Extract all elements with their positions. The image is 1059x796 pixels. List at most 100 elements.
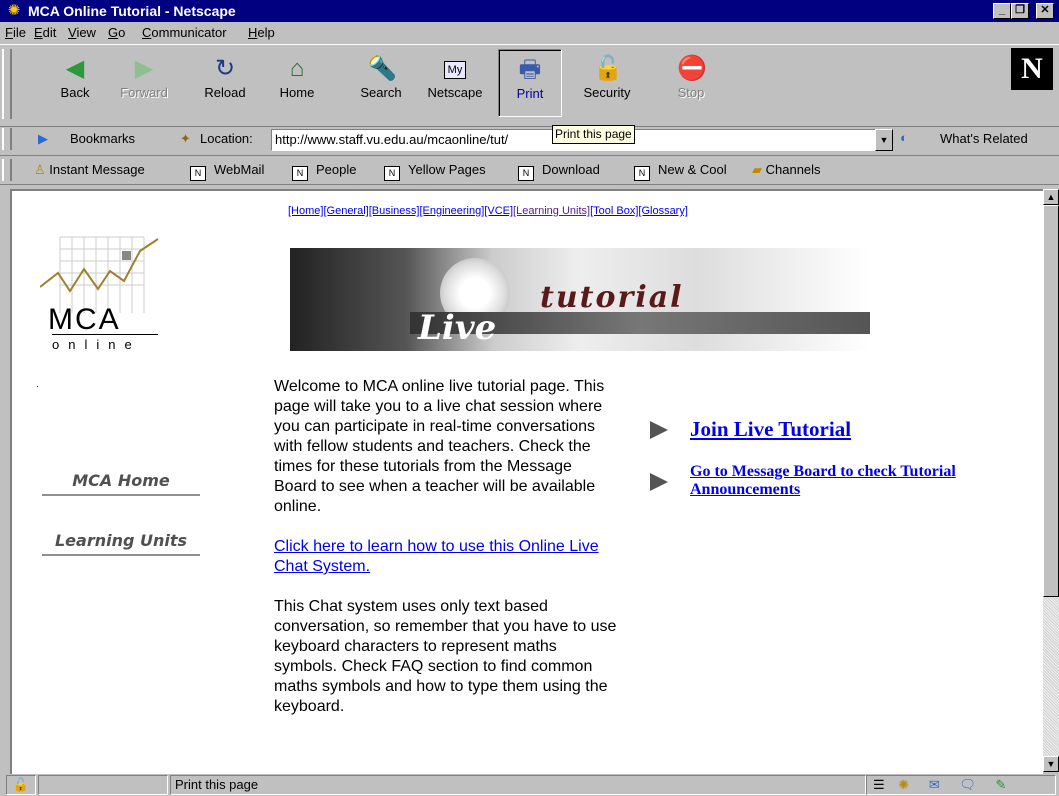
menu-file[interactable]: File xyxy=(5,25,26,40)
close-icon[interactable]: ✕ xyxy=(1036,3,1054,19)
personal-grip[interactable] xyxy=(2,159,12,181)
nav-glossary-link[interactable]: [Glossary] xyxy=(638,205,688,217)
toolbar-grip[interactable] xyxy=(2,49,12,119)
nav-learning-units-link[interactable]: [Learning Units] xyxy=(513,205,590,217)
location-label: Location: xyxy=(200,131,253,146)
whats-related-button[interactable]: What's Related xyxy=(940,131,1028,146)
channels-link[interactable]: ▰ Channels xyxy=(752,162,821,178)
nav-home-link[interactable]: [Home] xyxy=(288,205,323,217)
reload-icon: ↻ xyxy=(214,55,236,82)
new-cool-link[interactable]: N New & Cool xyxy=(634,162,727,181)
forward-arrow-icon: ▶ xyxy=(134,55,154,82)
channels-icon: ▰ xyxy=(752,162,762,177)
maximize-icon[interactable]: ❐ xyxy=(1011,3,1029,19)
whats-related-icon: ◐ xyxy=(900,130,908,145)
discussions-icon[interactable]: 🗨 xyxy=(959,777,976,792)
navigator-icon[interactable]: ✺ xyxy=(898,777,909,792)
home-button[interactable]: ⌂ Home xyxy=(266,49,328,115)
instant-message-link[interactable]: ♙ Instant Message xyxy=(34,162,145,178)
personal-toolbar: ♙ Instant Message N WebMail N People N Yell… xyxy=(0,156,1059,185)
live-tutorial-banner: tutorial Live xyxy=(290,248,870,351)
yellow-pages-link[interactable]: N Yellow Pages xyxy=(384,162,486,181)
bookmark-page-icon: N xyxy=(292,166,308,181)
banner-tutorial-text: tutorial xyxy=(540,280,684,315)
menu-bar: File Edit View Go Communicator Help xyxy=(0,22,1059,43)
menu-go[interactable]: Go xyxy=(108,25,125,40)
howto-link[interactable]: Click here to learn how to use this Onli… xyxy=(274,538,599,575)
bookmark-page-icon: N xyxy=(634,166,650,181)
stop-icon: ⛔ xyxy=(677,55,707,82)
chat-note-paragraph: This Chat system uses only text based co… xyxy=(274,598,617,715)
join-live-tutorial-link[interactable]: Join Live Tutorial xyxy=(690,417,851,442)
top-navigation: [Home][General][Business][Engineering][V… xyxy=(288,205,688,217)
bookmarks-icon: ▶ xyxy=(38,131,48,146)
scroll-down-icon[interactable]: ▼ xyxy=(1043,756,1059,772)
forward-button[interactable]: ▶ Forward xyxy=(113,49,175,115)
padlock-icon: 🔓 xyxy=(593,55,623,82)
reload-button[interactable]: ↻ Reload xyxy=(194,49,256,115)
navigation-toolbar: ◀ Back ▶ Forward ↻ Reload ⌂ Home 🔦 Searc… xyxy=(0,44,1059,127)
logo-divider xyxy=(52,334,158,335)
banner-live-text: Live xyxy=(418,308,497,348)
location-toolbar: ▶ Bookmarks ✦ Location: http://www.staff… xyxy=(0,125,1059,156)
learning-units-link[interactable]: Learning Units xyxy=(42,531,200,556)
scroll-thumb[interactable] xyxy=(1043,205,1059,597)
location-dropdown-button[interactable]: ▼ xyxy=(875,129,893,151)
location-grip[interactable] xyxy=(2,128,12,150)
print-tooltip: Print this page xyxy=(552,125,635,144)
scroll-up-icon[interactable]: ▲ xyxy=(1043,189,1059,205)
menu-communicator[interactable]: Communicator xyxy=(142,25,227,40)
printer-icon: 🖶 xyxy=(518,56,542,83)
nav-general-link[interactable]: [General] xyxy=(323,205,368,217)
component-bar: ☰ ✺ ✉ 🗨 ✎ xyxy=(866,775,1056,795)
back-arrow-icon: ◀ xyxy=(65,55,85,82)
mca-logo-subtext: online xyxy=(52,337,141,352)
print-button[interactable]: 🖶 Print xyxy=(498,49,562,117)
netscape-button[interactable]: My Netscape xyxy=(424,49,486,115)
stray-dot: . xyxy=(36,379,39,390)
menu-help[interactable]: Help xyxy=(248,25,275,40)
netscape-logo[interactable]: N xyxy=(1011,48,1053,90)
intro-paragraph: Welcome to MCA online live tutorial page… xyxy=(274,378,605,515)
page-content[interactable]: [Home][General][Business][Engineering][V… xyxy=(10,189,1043,774)
mca-home-link[interactable]: MCA Home xyxy=(42,471,200,496)
search-button[interactable]: 🔦 Search xyxy=(350,49,412,115)
security-button[interactable]: 🔓 Security xyxy=(576,49,638,115)
home-icon: ⌂ xyxy=(289,55,305,82)
status-text: Print this page xyxy=(170,775,866,795)
nav-engineering-link[interactable]: [Engineering] xyxy=(419,205,484,217)
download-link[interactable]: N Download xyxy=(518,162,600,181)
mca-logo-text: MCA xyxy=(48,303,121,336)
nav-business-link[interactable]: [Business] xyxy=(369,205,420,217)
stop-button[interactable]: ⛔ Stop xyxy=(660,49,722,115)
arrow-bullet-icon xyxy=(650,421,668,439)
main-text-column: Welcome to MCA online live tutorial page… xyxy=(274,377,619,737)
menu-view[interactable]: View xyxy=(68,25,96,40)
message-board-link[interactable]: Go to Message Board to check Tutorial An… xyxy=(690,463,980,499)
netscape-app-icon[interactable]: ✺ xyxy=(6,3,22,19)
minimize-icon[interactable]: _ xyxy=(993,3,1011,19)
composer-icon[interactable]: ✎ xyxy=(995,777,1006,792)
mail-icon[interactable]: ✉ xyxy=(929,777,940,792)
arrow-bullet-icon xyxy=(650,473,668,491)
webmail-link[interactable]: N WebMail xyxy=(190,162,264,181)
my-netscape-icon: My xyxy=(444,61,466,79)
vertical-scrollbar[interactable]: ▲ ▼ xyxy=(1043,189,1059,772)
menu-edit[interactable]: Edit xyxy=(34,25,56,40)
back-button[interactable]: ◀ Back xyxy=(44,49,106,115)
location-icon: ✦ xyxy=(180,131,191,146)
instant-message-icon: ♙ xyxy=(34,162,46,177)
window-title: MCA Online Tutorial - Netscape xyxy=(28,3,236,19)
people-link[interactable]: N People xyxy=(292,162,356,181)
status-bar: 🔓 Print this page ☰ ✺ ✉ 🗨 ✎ xyxy=(0,772,1059,796)
nav-tool-box-link[interactable]: [Tool Box] xyxy=(590,205,638,217)
bookmark-page-icon: N xyxy=(518,166,534,181)
bookmarks-button[interactable]: Bookmarks xyxy=(70,131,135,146)
security-status-icon[interactable]: 🔓 xyxy=(6,775,36,795)
bookmark-page-icon: N xyxy=(384,166,400,181)
search-icon: 🔦 xyxy=(367,55,397,82)
nav-vce-link[interactable]: [VCE] xyxy=(484,205,513,217)
taskbar-grip-icon[interactable]: ☰ xyxy=(873,777,885,792)
progress-box xyxy=(38,775,168,795)
title-bar[interactable]: ✺ MCA Online Tutorial - Netscape _ ❐ ✕ xyxy=(0,0,1059,22)
